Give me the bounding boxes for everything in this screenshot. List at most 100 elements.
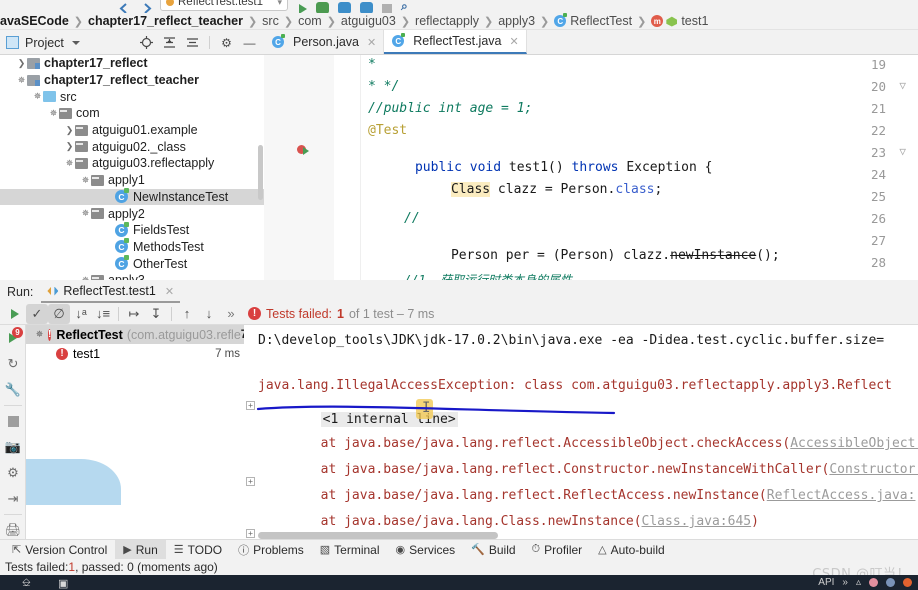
tree-item-apply3[interactable]: ✵ apply3 [0,272,264,280]
export-icon[interactable]: ⇥ [0,486,26,512]
expand-stack-icon[interactable]: + [246,529,255,538]
tree-scrollbar[interactable] [258,145,263,200]
status-item-auto-build[interactable]: △ Auto-build [590,540,673,560]
hide-panel-icon[interactable]: — [243,36,256,50]
chevron-down-icon[interactable] [71,40,80,45]
show-passed-icon[interactable]: ✓ [26,303,48,324]
breadcrumb-item-apply3[interactable]: apply3 [498,14,535,28]
code-fold-icon[interactable]: ▽ [899,145,906,158]
tree-item-chapter17-reflect-teacher[interactable]: ✵ chapter17_reflect_teacher [0,72,264,89]
taskbar-app-icon[interactable] [869,578,878,587]
breadcrumb-item-test1[interactable]: m test1 [651,14,708,28]
show-ignored-icon[interactable]: ∅ [48,303,70,324]
chevron-down-icon[interactable]: ✵ [16,75,27,86]
run-test-gutter-icon[interactable] [297,143,312,158]
console-output[interactable]: D:\develop_tools\JDK\jdk-17.0.2\bin\java… [244,325,918,539]
more-options-icon[interactable]: » [220,304,242,324]
test-method-name: test1 [73,346,101,361]
chevron-down-icon[interactable]: ✵ [80,208,91,219]
status-item-build[interactable]: 🔨 Build [463,540,523,560]
chevron-down-icon[interactable]: ✵ [80,275,91,280]
tree-item-fieldstest[interactable]: C FieldsTest [0,221,264,239]
task-view-icon[interactable]: ▣ [58,577,72,590]
status-item-terminal[interactable]: ▧ Terminal [312,540,388,560]
tree-item-apply1[interactable]: ✵ apply1 [0,172,264,189]
expand-stack-icon[interactable]: + [246,477,255,486]
collapse-all-icon[interactable] [186,36,199,49]
next-failed-icon[interactable]: ↓ [198,304,220,324]
settings-gear-icon[interactable]: ⚙ [220,36,233,50]
collapse-all-icon[interactable]: ↧ [145,304,167,324]
project-tree[interactable]: ❯ chapter17_reflect ✵ chapter17_reflect_… [0,55,264,280]
chevron-down-icon[interactable]: ✵ [48,108,59,119]
rerun-failed-icon[interactable]: ↻ [0,351,26,377]
sort-alphabetically-icon[interactable]: ↓ᵃ [70,304,92,324]
status-item-version-control[interactable]: ⇱ Version Control [4,540,115,560]
chevron-down-icon[interactable]: ✵ [64,158,75,169]
tree-item-othertest[interactable]: C OtherTest [0,255,264,272]
tree-item-label: atguigu01.example [92,123,198,138]
chevron-down-icon[interactable]: ✵ [34,329,45,340]
code-editor[interactable]: 19 20 21 22 23 24 25 26 27 28 ▽ ▽ * * */… [264,55,918,280]
test-tree-row-class[interactable]: ✵ ! ReflectTest (com.atguigu03.refle 7 m… [26,325,267,344]
status-item-problems[interactable]: ⓘ Problems [230,540,312,560]
breadcrumb-item-project[interactable]: avaSECode [0,14,69,28]
taskbar-app-icon[interactable] [886,578,895,587]
tree-item-label: atguigu03.reflectapply [92,156,215,171]
rerun-icon[interactable]: 9 [0,325,26,351]
settings-wrench-icon[interactable]: 🔧 [0,377,26,403]
close-icon[interactable]: ✕ [509,35,518,48]
run-configuration-selector[interactable]: ReflectTest.test1 ▾ [160,0,288,11]
close-icon[interactable]: ✕ [367,36,376,49]
breadcrumb-item-com[interactable]: com [298,14,322,28]
chevron-down-icon[interactable]: ✵ [80,175,91,186]
status-item-run[interactable]: ▶ Run [115,539,166,560]
close-icon[interactable]: ✕ [165,285,174,298]
test-tree-row-method[interactable]: ! test1 7 ms [26,344,244,363]
tree-item-atguigu01-example[interactable]: ❯ atguigu01.example [0,122,264,139]
tree-item-src[interactable]: ✵ src [0,88,264,105]
taskbar-more-icon[interactable]: » [842,577,848,588]
status-item-todo[interactable]: ☰ TODO [166,540,230,560]
expand-all-icon[interactable]: ↦ [123,304,145,324]
chevron-right-icon[interactable]: ❯ [64,141,75,152]
breadcrumb-item-src[interactable]: src [262,14,279,28]
tree-item-methodstest[interactable]: C MethodsTest [0,238,264,256]
code-fold-icon[interactable]: ▽ [899,79,906,92]
taskbar-app-icon[interactable] [903,578,912,587]
test-run-icon [47,287,58,296]
breadcrumb-item-reflectapply[interactable]: reflectapply [415,14,479,28]
rerun-icon[interactable] [4,304,26,324]
status-item-services[interactable]: ◉ Services [388,540,464,560]
windows-start-icon[interactable]: ⎒ [22,577,36,589]
tree-item-apply2[interactable]: ✵ apply2 [0,205,264,222]
tree-item-chapter17-reflect[interactable]: ❯ chapter17_reflect [0,55,264,72]
tree-item-newinstancetest[interactable]: C NewInstanceTest [0,188,264,206]
code-prefix: Person per = (Person) clazz. [450,248,671,263]
run-tab-reflecttest-test1[interactable]: ReflectTest.test1 ✕ [41,281,181,303]
status-item-profiler[interactable]: ⏱ Profiler [524,540,591,560]
tree-item-atguigu02-class[interactable]: ❯ atguigu02._class [0,138,264,155]
stack-frame-link[interactable]: ReflectAccess.java: [767,488,916,503]
expand-all-icon[interactable] [163,36,176,49]
search-everywhere-icon[interactable]: ⌕ [401,0,408,14]
screenshot-icon[interactable]: 📷 [0,434,26,460]
chevron-right-icon[interactable]: ❯ [16,58,27,69]
locate-icon[interactable] [140,36,153,49]
chevron-right-icon[interactable]: ❯ [64,125,75,136]
breadcrumb-item-reflecttest[interactable]: C ReflectTest [554,13,632,28]
tab-reflecttest-java[interactable]: C ReflectTest.java ✕ [384,30,527,54]
sort-by-duration-icon[interactable]: ↓≡ [92,304,114,324]
tree-item-com[interactable]: ✵ com [0,105,264,122]
tree-item-atguigu03-reflectapply[interactable]: ✵ atguigu03.reflectapply [0,155,264,172]
console-horizontal-scrollbar[interactable] [258,532,498,539]
prev-failed-icon[interactable]: ↑ [176,304,198,324]
test-results-tree[interactable]: ✵ ! ReflectTest (com.atguigu03.refle 7 m… [26,325,267,539]
breadcrumb-item-module[interactable]: chapter17_reflect_teacher [88,14,243,28]
soft-wrap-icon[interactable]: ⚙ [0,460,26,486]
taskbar-chevron-up-icon[interactable]: ▵ [856,577,861,588]
tab-person-java[interactable]: C Person.java ✕ [264,30,385,54]
stop-icon[interactable] [0,408,26,434]
breadcrumb-item-atguigu03[interactable]: atguigu03 [341,14,396,28]
chevron-down-icon[interactable]: ✵ [32,91,43,102]
